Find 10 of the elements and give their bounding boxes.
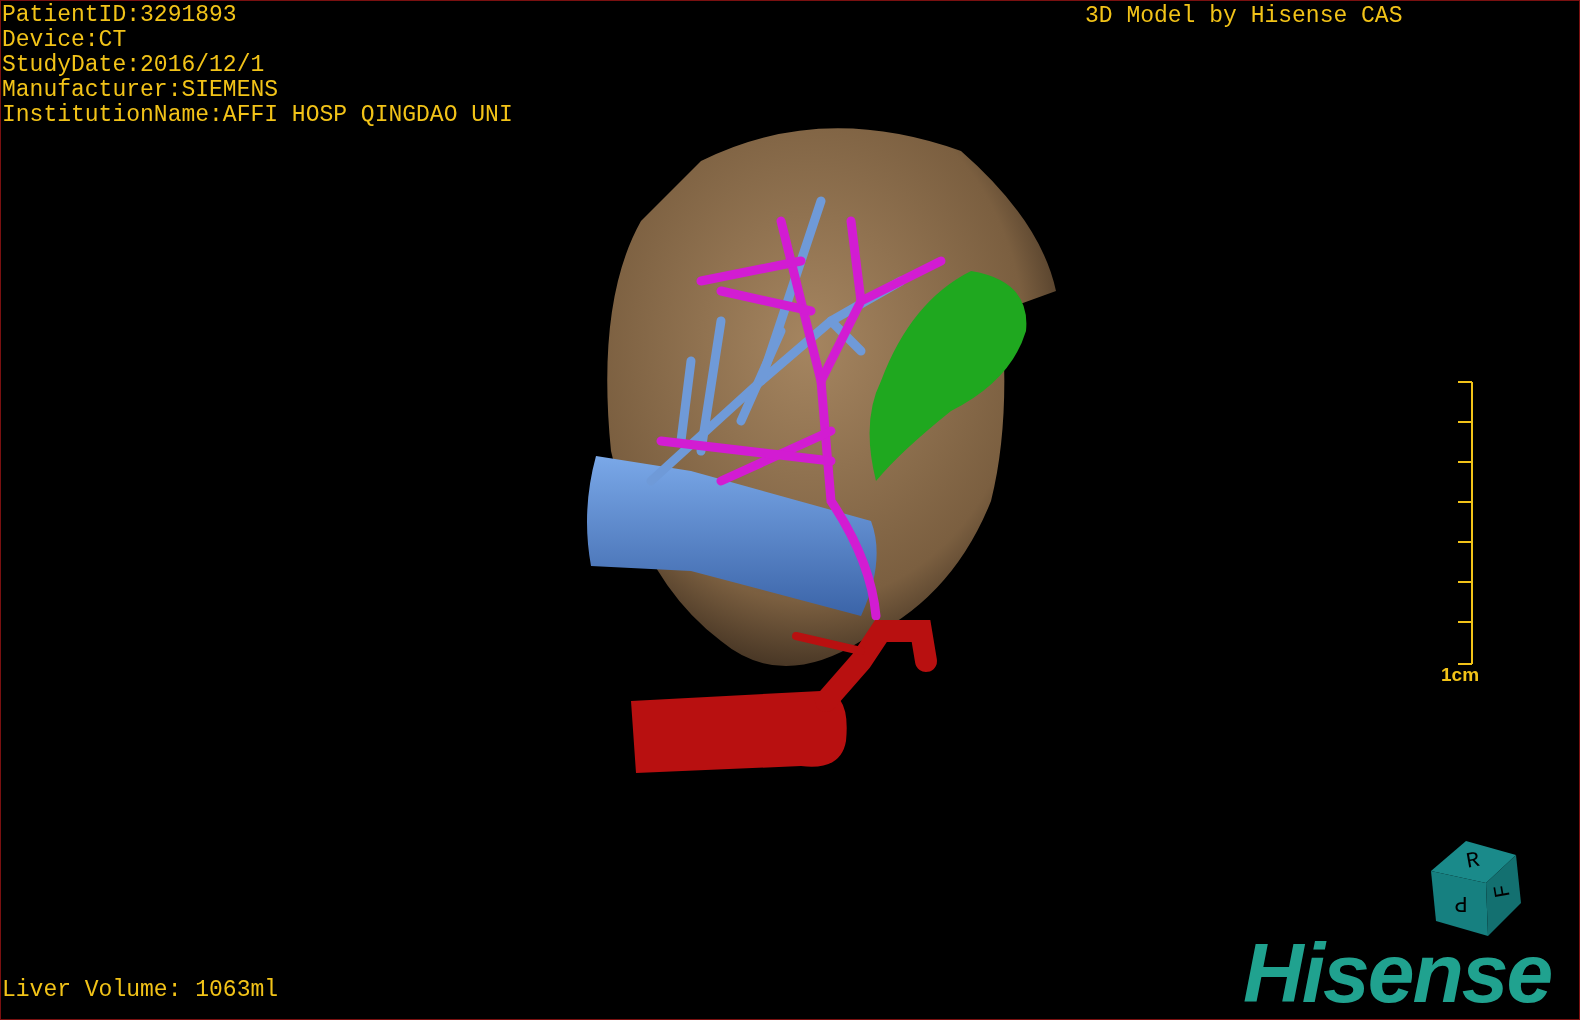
patient-info-line: InstitutionName:AFFI HOSP QINGDAO UNI: [2, 103, 513, 128]
patient-info-line: PatientID:3291893: [2, 3, 238, 28]
scale-bar-label: 1cm: [1441, 665, 1480, 685]
liver-volume-label: Liver Volume: 1063ml: [2, 978, 279, 1003]
orientation-cube-drawing[interactable]: R F P: [1431, 841, 1523, 936]
patient-info-line: StudyDate:2016/12/1: [2, 53, 266, 78]
scale-bar-icon: [1457, 381, 1474, 665]
viewer-title: 3D Model by Hisense CAS: [1085, 4, 1403, 29]
patient-info-line: Manufacturer:SIEMENS: [2, 78, 280, 103]
patient-info-line: Device:CT: [2, 28, 128, 53]
